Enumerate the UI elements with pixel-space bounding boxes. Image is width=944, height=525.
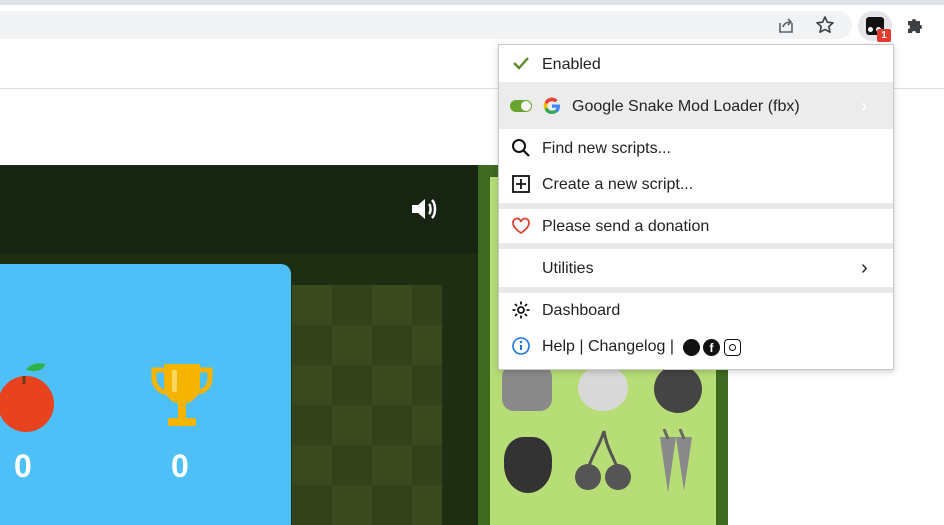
carrots-icon[interactable] — [650, 427, 700, 495]
google-g-icon — [542, 96, 562, 116]
trophy-icon — [150, 362, 214, 436]
create-new-script-label: Create a new script... — [542, 176, 694, 193]
trophy-score: 0 — [171, 448, 189, 484]
donation-item[interactable]: Please send a donation — [499, 209, 893, 243]
tampermonkey-menu: Enabled Google Snake Mod Loader (fbx) › … — [498, 44, 894, 370]
info-icon — [510, 335, 532, 357]
facebook-icon[interactable]: f — [703, 339, 720, 356]
changelog-link[interactable]: Changelog — [588, 338, 665, 355]
volume-icon[interactable] — [408, 193, 440, 225]
turnip-icon[interactable] — [578, 365, 628, 411]
help-link[interactable]: Help — [542, 338, 575, 355]
github-icon[interactable] — [683, 339, 700, 356]
game-header — [0, 165, 478, 253]
script-toggle[interactable] — [510, 100, 532, 112]
strawberry-icon[interactable] — [504, 437, 552, 493]
dashboard-item[interactable]: Dashboard — [499, 293, 893, 327]
game-board — [292, 285, 442, 525]
gear-icon — [510, 299, 532, 321]
score-panel — [0, 264, 291, 525]
chevron-right-icon: › — [861, 96, 867, 116]
extension-badge: 1 — [877, 29, 891, 42]
browser-toolbar — [0, 5, 944, 45]
donation-label: Please send a donation — [542, 218, 710, 235]
add-box-icon — [510, 173, 532, 195]
address-bar[interactable] — [0, 11, 852, 39]
create-new-script-item[interactable]: Create a new script... — [499, 166, 893, 202]
heart-icon — [510, 215, 532, 237]
search-icon — [510, 137, 532, 159]
share-icon[interactable] — [774, 13, 798, 37]
bomb-icon[interactable] — [654, 365, 702, 413]
apple-score: 0 — [14, 448, 32, 484]
pumpkin-icon[interactable] — [502, 365, 552, 411]
enabled-toggle[interactable]: Enabled — [499, 45, 893, 81]
apple-icon — [0, 360, 56, 440]
link-divider: | — [669, 338, 674, 355]
utilities-label: Utilities — [542, 260, 594, 277]
dashboard-label: Dashboard — [542, 302, 621, 319]
link-divider: | — [579, 338, 584, 355]
utilities-item[interactable]: Utilities › — [499, 249, 893, 287]
find-new-scripts-label: Find new scripts... — [542, 140, 671, 157]
find-new-scripts-item[interactable]: Find new scripts... — [499, 130, 893, 166]
enabled-label: Enabled — [542, 56, 601, 73]
script-item-google-snake-mod-loader[interactable]: Google Snake Mod Loader (fbx) › — [499, 82, 893, 129]
help-row: Help | Changelog | f — [499, 329, 893, 365]
puzzle-icon[interactable] — [903, 13, 927, 37]
star-icon[interactable] — [813, 13, 837, 37]
script-name: Google Snake Mod Loader (fbx) — [572, 98, 800, 115]
chevron-right-icon: › — [861, 257, 868, 279]
check-icon — [510, 52, 532, 74]
cherries-icon[interactable] — [574, 429, 634, 493]
instagram-icon[interactable] — [724, 339, 741, 356]
